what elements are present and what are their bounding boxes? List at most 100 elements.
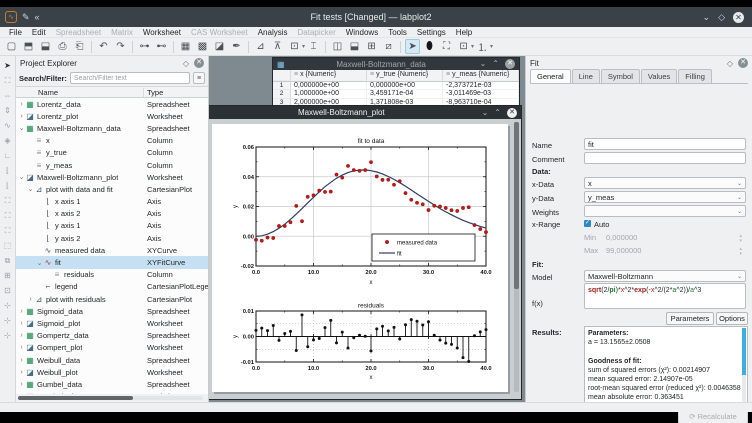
expand-arrow-icon[interactable]: ›: [18, 101, 25, 108]
spreadsheet-window-titlebar[interactable]: ▦ Maxwell-Boltzmann_data ⌄ ⌃ ✕: [273, 58, 519, 70]
expand-arrow-icon[interactable]: ›: [18, 357, 25, 364]
collapse-arrow-icon[interactable]: ⌄: [18, 173, 25, 181]
tree-row-gompert-plot[interactable]: ›◪Gompert_plotWorksheet: [16, 342, 208, 354]
fit-to-data-plot[interactable]: fit to data0.010.020.030.040.0-0.020.000…: [229, 134, 496, 291]
tree-row-sigmoid-plot[interactable]: ›◪Sigmoid_plotWorksheet: [16, 317, 208, 329]
spreadsheet-cell[interactable]: 1,000000e+00: [291, 90, 367, 98]
shade-window-icon[interactable]: ⌄: [480, 59, 487, 69]
name-field[interactable]: [584, 138, 746, 150]
tree-row-lorentz-data[interactable]: ›▦Lorentz_dataSpreadsheet: [16, 98, 208, 110]
close-window-icon[interactable]: ✕: [507, 108, 517, 118]
menu-help[interactable]: Help: [451, 28, 477, 37]
plot-area-icon[interactable]: ⌊: [2, 163, 14, 178]
close-panel-icon[interactable]: ✕: [738, 58, 748, 68]
tree-row-y-meas[interactable]: ≡y_measColumn: [16, 159, 208, 171]
expand-arrow-icon[interactable]: ›: [18, 332, 25, 339]
collapse-arrow-icon[interactable]: ⌄: [18, 124, 25, 132]
tree-row-residuals[interactable]: ≡residualsColumn: [16, 269, 208, 281]
spreadsheet-cell[interactable]: -2,373721e-03: [443, 82, 519, 90]
tree-row-weibull-data[interactable]: ›▦Weibull_dataSpreadsheet: [16, 354, 208, 366]
menu-edit[interactable]: Edit: [27, 28, 51, 37]
split-left-icon[interactable]: ◫: [330, 39, 345, 54]
save-project-icon[interactable]: ⬓: [38, 39, 53, 54]
zoom-select-icon[interactable]: ⛶: [439, 39, 454, 54]
undo-icon[interactable]: ↶: [96, 39, 111, 54]
close-panel-icon[interactable]: ✕: [194, 58, 204, 68]
axis-icon[interactable]: ∟: [2, 148, 14, 163]
legend-icon[interactable]: ⌊: [2, 178, 14, 193]
zoom-y-icon[interactable]: ⇕: [2, 103, 14, 118]
tree-row-sigmoid-data[interactable]: ›▦Sigmoid_dataSpreadsheet: [16, 305, 208, 317]
tree-row-x-axis-1[interactable]: ⌊x axis 1Axis: [16, 196, 208, 208]
residuals-plot[interactable]: residuals0.010.020.030.040.0-0.010.000.0…: [229, 300, 496, 383]
zoom-out-icon[interactable]: ⛶: [2, 208, 14, 223]
x-data-combobox[interactable]: x⌄: [584, 177, 746, 189]
tree-row-y-axis-1[interactable]: ⌊y axis 1Axis: [16, 220, 208, 232]
filter-options-button[interactable]: ≡: [193, 72, 205, 84]
tree-row-gumbel-data[interactable]: ›▦Gumbel_dataSpreadsheet: [16, 378, 208, 390]
spreadsheet-cell[interactable]: 3,459171e-04: [367, 90, 443, 98]
spreadsheet-grid[interactable]: ≡x {Numeric}≡y_true {Numeric}≡y_meas {Nu…: [273, 70, 519, 105]
shift-up-icon[interactable]: ⊹: [2, 328, 14, 343]
chevron-down-icon[interactable]: ▾: [490, 43, 493, 50]
tab-filling[interactable]: Filling: [678, 69, 712, 83]
tree-horizontal-scrollbar[interactable]: [18, 396, 203, 400]
expand-arrow-icon[interactable]: ›: [18, 320, 25, 327]
tree-row-plot-with-data-and-fit[interactable]: ⌄⊿plot with data and fitCartesianPlot: [16, 183, 208, 195]
new-project-icon[interactable]: ▢: [4, 39, 19, 54]
y-data-combobox[interactable]: y_meas⌄: [584, 191, 746, 203]
zoom-region-icon[interactable]: ⛶: [2, 73, 14, 88]
import-icon[interactable]: ⊼: [270, 39, 285, 54]
tree-column-headers[interactable]: Name Type: [16, 86, 208, 98]
shift-left-icon[interactable]: ⊹: [2, 298, 14, 313]
weights-combobox[interactable]: ⌄: [584, 205, 746, 217]
spreadsheet-cell[interactable]: 0,000000e+00: [367, 82, 443, 90]
search-input[interactable]: [70, 72, 190, 84]
close-view-icon[interactable]: ⧄: [381, 39, 396, 54]
collapse-arrow-icon[interactable]: ⌄: [36, 259, 43, 267]
export-icon[interactable]: ⊡: [287, 39, 302, 54]
column-header-name[interactable]: Name: [16, 88, 144, 97]
close-icon[interactable]: ✕: [733, 12, 744, 23]
tree-row-maxwell-boltzmann-plot[interactable]: ⌄◪Maxwell-Boltzmann_plotWorksheet: [16, 171, 208, 183]
zoom-origin-icon[interactable]: ⛶: [2, 223, 14, 238]
maximize-window-icon[interactable]: ⌃: [494, 108, 501, 118]
numbering-icon[interactable]: ⒈: [475, 39, 490, 54]
menu-tools[interactable]: Tools: [383, 28, 412, 37]
spreadsheet-cell[interactable]: -3,011469e-03: [443, 90, 519, 98]
select-cursor-icon[interactable]: ➤: [2, 58, 14, 73]
tab-symbol[interactable]: Symbol: [601, 69, 640, 83]
expand-arrow-icon[interactable]: ›: [18, 381, 25, 388]
new-worksheet-icon[interactable]: ◪: [212, 39, 227, 54]
tab-line[interactable]: Line: [572, 69, 600, 83]
expand-arrow-icon[interactable]: ›: [18, 369, 25, 376]
menu-file[interactable]: File: [4, 28, 27, 37]
menu-windows[interactable]: Windows: [341, 28, 383, 37]
maximize-window-icon[interactable]: ⌃: [492, 59, 499, 69]
expand-arrow-icon[interactable]: ›: [27, 296, 34, 303]
new-folder-icon[interactable]: ⊶: [137, 39, 152, 54]
results-box[interactable]: Parameters:a = 13.1565±2.0508 Goodness o…: [584, 326, 748, 406]
tree-row-measured-data[interactable]: ∿measured dataXYCurve: [16, 244, 208, 256]
pen-icon[interactable]: ✎: [22, 11, 30, 23]
new-spreadsheet-icon[interactable]: ▦: [178, 39, 193, 54]
collapse-arrow-icon[interactable]: ⌄: [27, 185, 34, 193]
expand-arrow-icon[interactable]: ›: [18, 308, 25, 315]
shift-right-icon[interactable]: ⊹: [2, 313, 14, 328]
tab-general[interactable]: General: [530, 69, 571, 83]
pan-zoom-icon[interactable]: ⬮: [422, 39, 437, 54]
tree-row-x-axis-2[interactable]: ⌊x axis 2Axis: [16, 208, 208, 220]
tree-row-weibull-plot[interactable]: ›◪Weibull_plotWorksheet: [16, 366, 208, 378]
data-picker-icon[interactable]: ◈: [2, 133, 14, 148]
tree-row-y-true[interactable]: ≡y_trueColumn: [16, 147, 208, 159]
fit-selection-icon[interactable]: ⌶: [306, 39, 321, 54]
menu-analysis[interactable]: Analysis: [253, 28, 293, 37]
column-header-x-numeric-[interactable]: ≡x {Numeric}: [291, 70, 367, 81]
shade-window-icon[interactable]: ⌄: [482, 108, 489, 118]
redo-icon[interactable]: ↷: [113, 39, 128, 54]
curve-cursor-icon[interactable]: ∿: [2, 118, 14, 133]
tree-row-gompertz-data[interactable]: ›▦Gompertz_dataSpreadsheet: [16, 330, 208, 342]
split-grid-icon[interactable]: ⊞: [364, 39, 379, 54]
worksheet-vertical-scrollbar[interactable]: [514, 122, 519, 392]
maximize-icon[interactable]: ◇: [718, 11, 725, 23]
